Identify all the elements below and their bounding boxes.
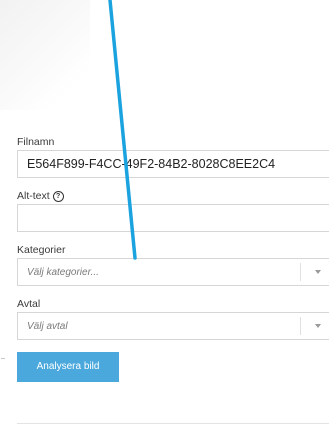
agreement-label: Avtal [17,296,329,312]
alt-text-label: Alt-text ? [17,188,329,204]
caret-down-icon[interactable] [315,324,321,328]
agreement-select[interactable]: Välj avtal [17,312,329,340]
analyze-image-button[interactable]: Analysera bild [17,352,119,382]
categories-label: Kategorier [17,242,329,258]
select-divider [300,317,301,335]
bottom-divider [17,423,329,424]
categories-placeholder: Välj kategorier... [27,266,99,278]
background-shade [0,0,90,110]
select-divider [300,263,301,281]
categories-label-text: Kategorier [17,244,66,256]
caret-down-icon[interactable] [315,270,321,274]
image-form: Filnamn E564F899-F4CC-49F2-84B2-8028C8EE… [17,134,329,382]
filename-label: Filnamn [17,134,329,150]
agreement-placeholder: Välj avtal [27,320,68,332]
edge-tick [1,358,5,359]
filename-label-text: Filnamn [17,136,55,148]
alt-text-field[interactable] [17,204,329,232]
filename-field[interactable]: E564F899-F4CC-49F2-84B2-8028C8EE2C4 [17,150,329,178]
categories-select[interactable]: Välj kategorier... [17,258,329,286]
page: Filnamn E564F899-F4CC-49F2-84B2-8028C8EE… [0,0,329,426]
question-circle-icon[interactable]: ? [52,190,64,202]
agreement-label-text: Avtal [17,298,41,310]
alt-text-label-text: Alt-text [17,190,50,202]
